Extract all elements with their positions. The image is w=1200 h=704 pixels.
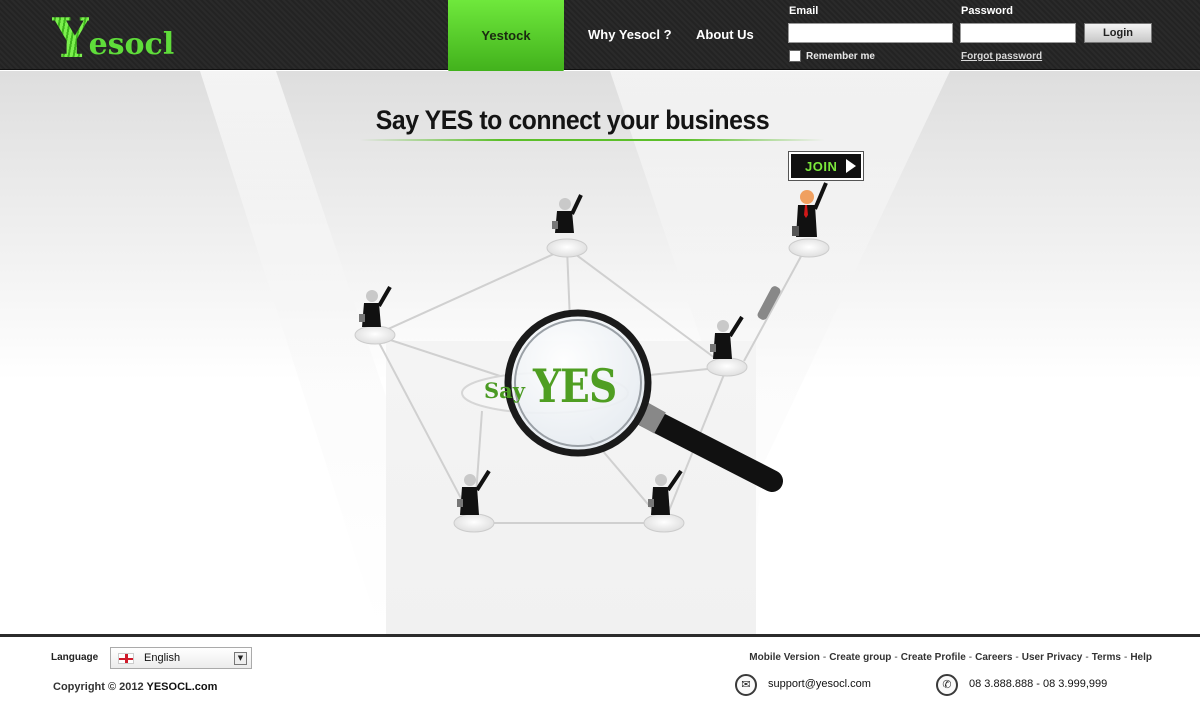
password-label: Password bbox=[961, 5, 1013, 17]
phone-icon: ✆ bbox=[936, 674, 958, 696]
person-node bbox=[706, 315, 748, 377]
footer-links: Mobile Version - Create group - Create Profi… bbox=[749, 652, 1152, 663]
footer-link-create-profile[interactable]: Create Profile bbox=[901, 652, 966, 663]
join-label: JOIN bbox=[805, 159, 838, 174]
chevron-down-icon[interactable]: ▼ bbox=[234, 652, 247, 665]
person-node bbox=[643, 469, 685, 533]
nav-yestock[interactable]: Yestock bbox=[448, 0, 564, 76]
site-header: Y esocl Yestock Why Yesocl ? About Us Em… bbox=[0, 0, 1200, 76]
remember-me-checkbox[interactable] bbox=[789, 50, 801, 62]
cable bbox=[743, 248, 806, 362]
network-illustration bbox=[354, 182, 830, 533]
badge-say: Say bbox=[484, 378, 525, 403]
email-label: Email bbox=[789, 5, 819, 17]
logo-text: esocl bbox=[88, 27, 175, 62]
footer-link-careers[interactable]: Careers bbox=[975, 652, 1012, 663]
play-arrow-icon bbox=[846, 159, 856, 173]
support-phone: 08 3.888.888 - 08 3.999,999 bbox=[969, 678, 1108, 690]
join-button[interactable]: JOIN bbox=[788, 151, 864, 181]
logo[interactable]: Y esocl bbox=[52, 6, 175, 70]
footer-link-create-group[interactable]: Create group bbox=[829, 652, 891, 663]
language-label: Language bbox=[51, 652, 99, 663]
login-button[interactable]: Login bbox=[1084, 23, 1152, 43]
nav-about-us[interactable]: About Us bbox=[696, 27, 754, 42]
language-select[interactable]: English ▼ bbox=[110, 647, 252, 669]
person-node bbox=[354, 285, 396, 345]
site-footer: Language English ▼ Copyright © 2012 YESO… bbox=[0, 634, 1200, 704]
england-flag-icon bbox=[118, 653, 134, 664]
footer-link-mobile-version[interactable]: Mobile Version bbox=[749, 652, 820, 663]
badge-yes: YES bbox=[533, 359, 617, 413]
person-node bbox=[453, 469, 495, 533]
copyright: Copyright © 2012 YESOCL.com bbox=[53, 681, 217, 693]
email-input[interactable] bbox=[788, 23, 953, 43]
copyright-text: Copyright © 2012 bbox=[53, 681, 144, 693]
copyright-brand: YESOCL.com bbox=[146, 681, 218, 693]
mail-icon: ✉ bbox=[735, 674, 757, 696]
language-value: English bbox=[144, 652, 181, 664]
forgot-password-link[interactable]: Forgot password bbox=[961, 51, 1042, 62]
footer-link-user-privacy[interactable]: User Privacy bbox=[1022, 652, 1083, 663]
support-email[interactable]: support@yesocl.com bbox=[768, 678, 871, 690]
footer-link-help[interactable]: Help bbox=[1130, 652, 1152, 663]
footer-link-terms[interactable]: Terms bbox=[1092, 652, 1121, 663]
remember-me-label[interactable]: Remember me bbox=[806, 51, 875, 62]
logo-initial: Y bbox=[52, 6, 91, 70]
hero-section: Say YES to connect your business Say YES… bbox=[0, 71, 1200, 634]
nav-why-yesocl[interactable]: Why Yesocl ? bbox=[588, 27, 672, 42]
join-person bbox=[788, 182, 830, 258]
person-node bbox=[546, 194, 588, 258]
password-input[interactable] bbox=[960, 23, 1076, 43]
